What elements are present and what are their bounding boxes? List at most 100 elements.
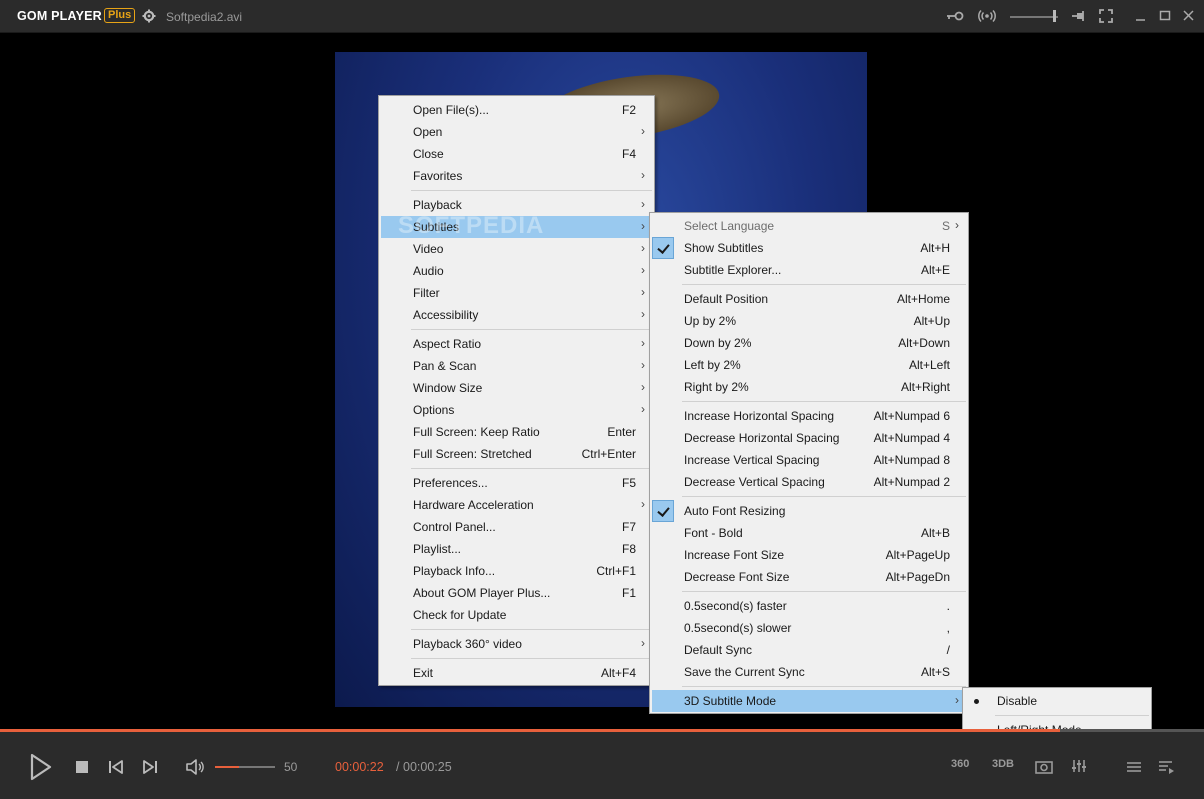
chevron-right-icon: › <box>641 380 645 394</box>
main-menu-item-playback-info[interactable]: Playback Info... Ctrl+F1 <box>381 560 652 582</box>
menu-item-shortcut: Alt+E <box>920 263 950 277</box>
main-menu-item-full-screen-stretched[interactable]: Full Screen: Stretched Ctrl+Enter <box>381 443 652 465</box>
minimize-icon[interactable] <box>1132 8 1150 24</box>
menu-item-label: About GOM Player Plus... <box>413 586 551 600</box>
key-icon[interactable] <box>946 8 964 24</box>
fullscreen-icon[interactable] <box>1097 8 1115 24</box>
menu-item-shortcut: Alt+Numpad 8 <box>873 453 950 467</box>
equalizer-icon[interactable] <box>1071 758 1087 774</box>
main-menu-item-full-screen-keep-ratio[interactable]: Full Screen: Keep Ratio Enter <box>381 421 652 443</box>
3d-button[interactable]: 3DB <box>992 758 1014 770</box>
close-icon[interactable] <box>1180 8 1198 24</box>
menu-item-label: 0.5second(s) faster <box>684 599 787 613</box>
360-video-button[interactable]: 360 <box>951 758 969 770</box>
main-menu-item-about-gom-player-plus[interactable]: About GOM Player Plus... F1 <box>381 582 652 604</box>
pin-icon[interactable] <box>1070 8 1088 24</box>
main-menu-item-open[interactable]: Open › <box>381 121 652 143</box>
main-menu-item-exit[interactable]: Exit Alt+F4 <box>381 662 652 684</box>
stop-icon[interactable] <box>75 760 89 774</box>
main-menu-item-aspect-ratio[interactable]: Aspect Ratio › <box>381 333 652 355</box>
menu-item-shortcut: F4 <box>621 147 636 161</box>
subtitles-item-font-bold[interactable]: Font - Bold Alt+B <box>652 522 966 544</box>
main-menu-item-preferences[interactable]: Preferences... F5 <box>381 472 652 494</box>
menu-separator <box>411 629 652 630</box>
menu-item-shortcut: , <box>946 621 950 635</box>
menu-item-shortcut: Alt+S <box>920 665 950 679</box>
menu-item-label: Preferences... <box>413 476 488 490</box>
main-menu-item-playback-360-video[interactable]: Playback 360° video › <box>381 633 652 655</box>
main-menu-item-audio[interactable]: Audio › <box>381 260 652 282</box>
chevron-right-icon: › <box>641 358 645 372</box>
menu-item-label: Default Position <box>684 292 769 306</box>
main-menu-item-control-panel[interactable]: Control Panel... F7 <box>381 516 652 538</box>
menu-separator <box>682 686 966 687</box>
menu-item-label: Check for Update <box>413 608 507 622</box>
total-time: 00:00:25 <box>403 760 452 774</box>
subtitles-item-down-by-2[interactable]: Down by 2% Alt+Down <box>652 332 966 354</box>
main-menu-item-hardware-acceleration[interactable]: Hardware Acceleration › <box>381 494 652 516</box>
subtitles-item-auto-font-resizing[interactable]: Auto Font Resizing <box>652 500 966 522</box>
subtitles-item-right-by-2[interactable]: Right by 2% Alt+Right <box>652 376 966 398</box>
3d-mode-item-disable[interactable]: Disable <box>965 690 1149 712</box>
maximize-icon[interactable] <box>1156 8 1174 24</box>
subtitles-item-default-position[interactable]: Default Position Alt+Home <box>652 288 966 310</box>
menu-item-shortcut: Alt+PageUp <box>885 548 950 562</box>
main-menu-item-pan-scan[interactable]: Pan & Scan › <box>381 355 652 377</box>
menu-icon[interactable] <box>1126 759 1142 775</box>
subtitles-item-left-by-2[interactable]: Left by 2% Alt+Left <box>652 354 966 376</box>
main-menu-item-options[interactable]: Options › <box>381 399 652 421</box>
volume-slider-level[interactable] <box>215 766 239 768</box>
chevron-right-icon: › <box>641 285 645 299</box>
main-menu-item-accessibility[interactable]: Accessibility › <box>381 304 652 326</box>
subtitles-item-0-5second-s-slower[interactable]: 0.5second(s) slower, <box>652 617 966 639</box>
playlist-icon[interactable] <box>1158 759 1176 775</box>
main-menu-item-filter[interactable]: Filter › <box>381 282 652 304</box>
menu-separator <box>411 468 652 469</box>
menu-item-label: Up by 2% <box>684 314 737 328</box>
subtitles-submenu: Select Language S › Show Subtitles Alt+H Subt… <box>649 212 969 714</box>
menu-separator <box>411 190 652 191</box>
menu-item-label: 0.5second(s) slower <box>684 621 792 635</box>
menu-separator <box>682 496 966 497</box>
menu-item-shortcut: Alt+Numpad 2 <box>873 475 950 489</box>
next-icon[interactable] <box>142 759 158 775</box>
subtitles-item-increase-font-size[interactable]: Increase Font Size Alt+PageUp <box>652 544 966 566</box>
play-icon[interactable] <box>28 752 54 782</box>
chevron-right-icon: › <box>641 219 645 233</box>
subtitles-item-0-5second-s-faster[interactable]: 0.5second(s) faster. <box>652 595 966 617</box>
subtitles-item-up-by-2[interactable]: Up by 2% Alt+Up <box>652 310 966 332</box>
subtitles-item-show-subtitles[interactable]: Show Subtitles Alt+H <box>652 237 966 259</box>
subtitles-item-subtitle-explorer[interactable]: Subtitle Explorer... Alt+E <box>652 259 966 281</box>
checkmark-icon <box>652 500 674 522</box>
current-time: 00:00:22 <box>335 760 384 774</box>
opacity-slider-track[interactable] <box>1010 16 1058 18</box>
subtitles-item-decrease-vertical-spacing[interactable]: Decrease Vertical Spacing Alt+Numpad 2 <box>652 471 966 493</box>
subtitles-item-increase-vertical-spacing[interactable]: Increase Vertical Spacing Alt+Numpad 8 <box>652 449 966 471</box>
gear-icon[interactable] <box>142 9 156 23</box>
subtitles-item-3d-subtitle-mode[interactable]: 3D Subtitle Mode › <box>652 690 966 712</box>
subtitles-item-select-language: Select Language S › <box>652 215 966 237</box>
opacity-slider-handle[interactable] <box>1053 10 1056 22</box>
main-menu-item-window-size[interactable]: Window Size › <box>381 377 652 399</box>
main-menu-item-close[interactable]: Close F4 <box>381 143 652 165</box>
main-menu-item-video[interactable]: Video › <box>381 238 652 260</box>
camera-icon[interactable] <box>1035 758 1053 774</box>
subtitles-item-decrease-font-size[interactable]: Decrease Font Size Alt+PageDn <box>652 566 966 588</box>
main-menu-item-playlist[interactable]: Playlist... F8 <box>381 538 652 560</box>
previous-icon[interactable] <box>108 759 124 775</box>
subtitles-item-decrease-horizontal-spacing[interactable]: Decrease Horizontal Spacing Alt+Numpad 4 <box>652 427 966 449</box>
chevron-right-icon: › <box>955 693 959 707</box>
main-menu-item-favorites[interactable]: Favorites › <box>381 165 652 187</box>
menu-item-label: Filter <box>413 286 440 300</box>
subtitles-item-default-sync[interactable]: Default Sync / <box>652 639 966 661</box>
menu-item-label: Decrease Horizontal Spacing <box>684 431 840 445</box>
subtitles-item-increase-horizontal-spacing[interactable]: Increase Horizontal Spacing Alt+Numpad 6 <box>652 405 966 427</box>
main-menu-item-open-file-s[interactable]: Open File(s)... F2 <box>381 99 652 121</box>
subtitles-item-save-the-current-sync[interactable]: Save the Current Sync Alt+S <box>652 661 966 683</box>
volume-icon[interactable] <box>185 758 205 776</box>
menu-item-label: Disable <box>997 694 1038 708</box>
menu-item-label: Favorites <box>413 169 463 183</box>
menu-item-label: Close <box>413 147 444 161</box>
main-menu-item-check-for-update[interactable]: Check for Update <box>381 604 652 626</box>
broadcast-icon[interactable] <box>978 8 996 24</box>
